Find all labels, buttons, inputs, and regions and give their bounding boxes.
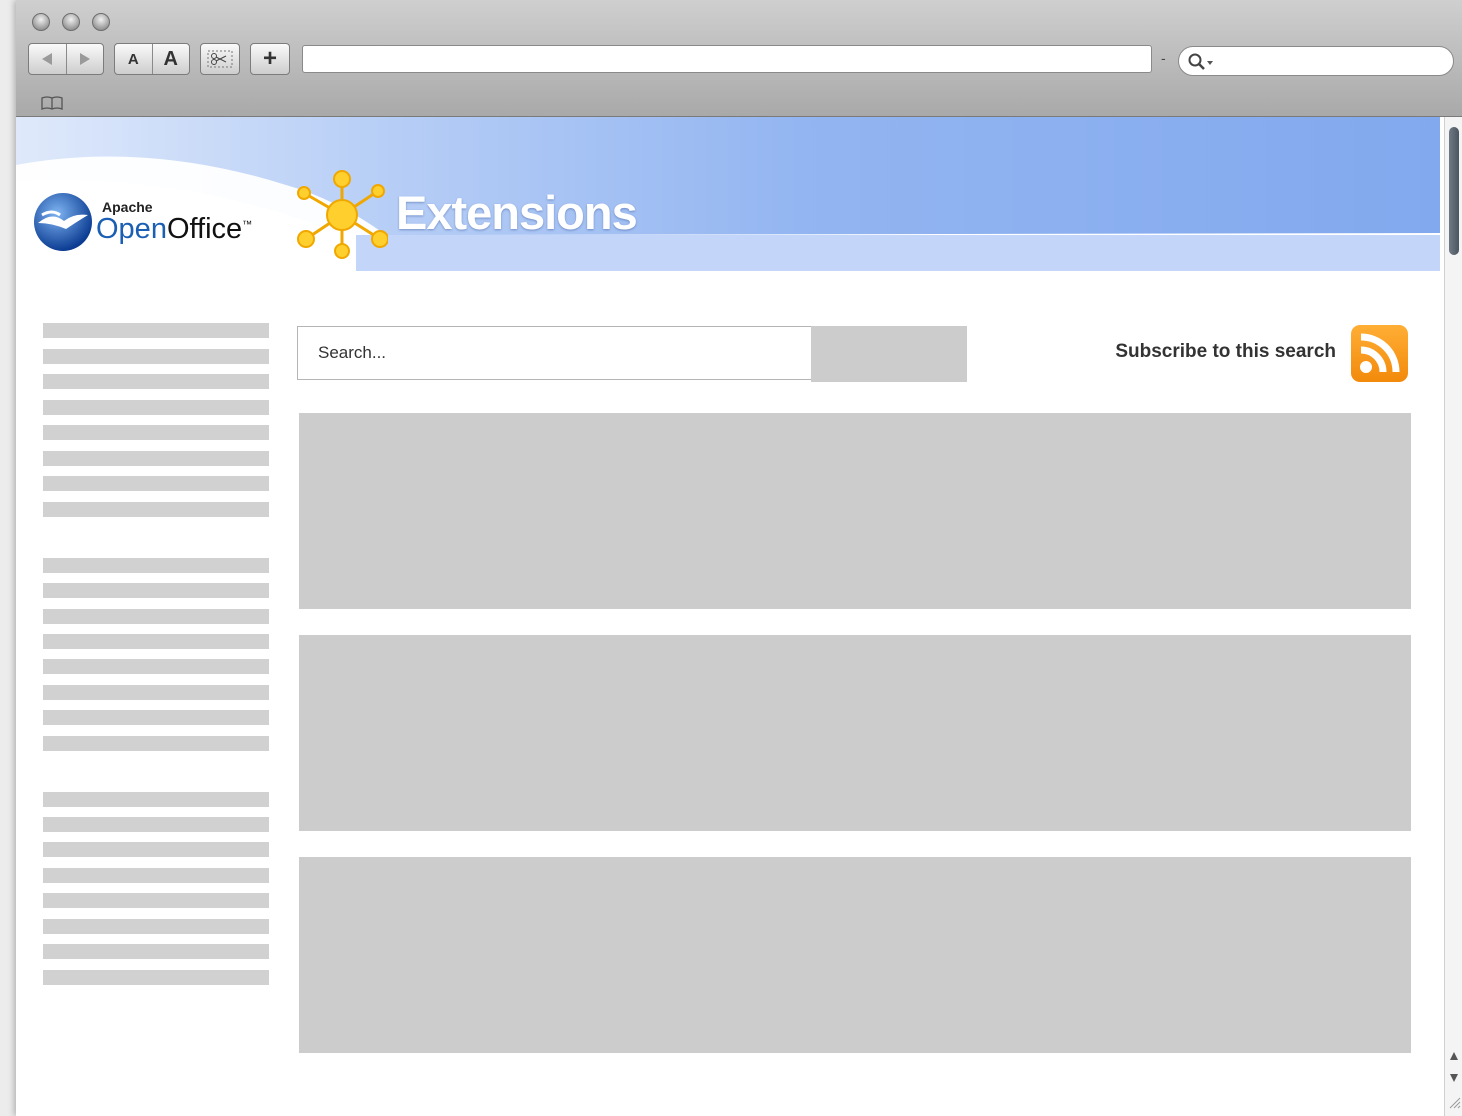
scroll-down-arrow-icon[interactable] <box>1449 1073 1459 1083</box>
sidebar-link[interactable] <box>43 792 269 807</box>
header-banner: Apache OpenOffice™ Extensions <box>16 117 1440 271</box>
sidebar-link[interactable] <box>43 842 269 857</box>
bookmarks-book-icon[interactable] <box>40 95 64 111</box>
browser-search-field[interactable] <box>1178 46 1454 76</box>
bookmarks-bar <box>16 90 1462 116</box>
browser-toolbar: A A + - <box>16 0 1462 117</box>
text-size-group: A A <box>114 43 190 75</box>
browser-window: A A + - Apache OpenOffice™ Extensions Se… <box>16 0 1462 1116</box>
sidebar-link[interactable] <box>43 634 269 649</box>
arrow-right-icon <box>79 53 90 65</box>
search-icon <box>1188 53 1213 70</box>
extension-listing-item[interactable] <box>299 635 1411 831</box>
sidebar-link[interactable] <box>43 583 269 598</box>
scrollbar-thumb[interactable] <box>1449 127 1459 255</box>
rss-feed-icon[interactable] <box>1351 325 1408 382</box>
back-button[interactable] <box>29 44 67 74</box>
sidebar-link[interactable] <box>43 476 269 491</box>
vertical-scrollbar[interactable] <box>1444 117 1462 1116</box>
extension-listing-item[interactable] <box>299 413 1411 609</box>
search-submit-button[interactable] <box>811 326 967 382</box>
sidebar-link[interactable] <box>43 970 269 985</box>
scroll-up-arrow-icon[interactable] <box>1449 1051 1459 1061</box>
address-bar[interactable] <box>302 45 1152 73</box>
sidebar-link[interactable] <box>43 425 269 440</box>
extensions-star-icon <box>297 170 388 259</box>
forward-button[interactable] <box>67 44 104 74</box>
zoom-window-button[interactable] <box>92 13 110 31</box>
minimize-window-button[interactable] <box>62 13 80 31</box>
resize-grip-icon[interactable] <box>1447 1095 1461 1109</box>
sidebar-link[interactable] <box>43 609 269 624</box>
extension-listing-item[interactable] <box>299 857 1411 1053</box>
scissors-icon <box>201 44 239 74</box>
logo-office-text: Office <box>166 213 243 245</box>
url-separator: - <box>1161 50 1166 66</box>
sidebar-link[interactable] <box>43 659 269 674</box>
add-bookmark-button[interactable]: + <box>250 43 290 75</box>
sidebar-link[interactable] <box>43 944 269 959</box>
sidebar-link[interactable] <box>43 919 269 934</box>
decrease-text-size-button[interactable]: A <box>115 44 153 74</box>
sidebar-link[interactable] <box>43 374 269 389</box>
banner-waves-decoration <box>16 156 1440 271</box>
logo-open-text: Open <box>96 213 167 245</box>
arrow-left-icon <box>42 53 53 65</box>
sidebar-link[interactable] <box>43 710 269 725</box>
sidebar-link[interactable] <box>43 349 269 364</box>
sidebar-link[interactable] <box>43 451 269 466</box>
sidebar-link[interactable] <box>43 400 269 415</box>
logo-trademark-text: ™ <box>242 219 253 231</box>
sidebar-link[interactable] <box>43 685 269 700</box>
close-window-button[interactable] <box>32 13 50 31</box>
sidebar-link[interactable] <box>43 868 269 883</box>
plus-icon: + <box>262 45 277 72</box>
page-content: Apache OpenOffice™ Extensions Search... … <box>16 117 1444 1116</box>
logo-wordmark: OpenOffice™ <box>96 213 252 246</box>
page-title: Extensions <box>396 186 638 239</box>
sidebar-link[interactable] <box>43 558 269 573</box>
sidebar-link[interactable] <box>43 893 269 908</box>
sidebar-link[interactable] <box>43 323 269 338</box>
increase-text-size-button[interactable]: A <box>153 44 190 74</box>
sidebar-link[interactable] <box>43 736 269 751</box>
history-nav-group <box>28 43 104 75</box>
extension-search-input[interactable] <box>297 326 812 380</box>
snippet-button[interactable] <box>200 43 240 75</box>
sidebar-link[interactable] <box>43 502 269 517</box>
subscribe-search-link[interactable]: Subscribe to this search <box>1016 341 1336 363</box>
openoffice-gull-logo-icon <box>34 193 92 251</box>
sidebar-link[interactable] <box>43 817 269 832</box>
